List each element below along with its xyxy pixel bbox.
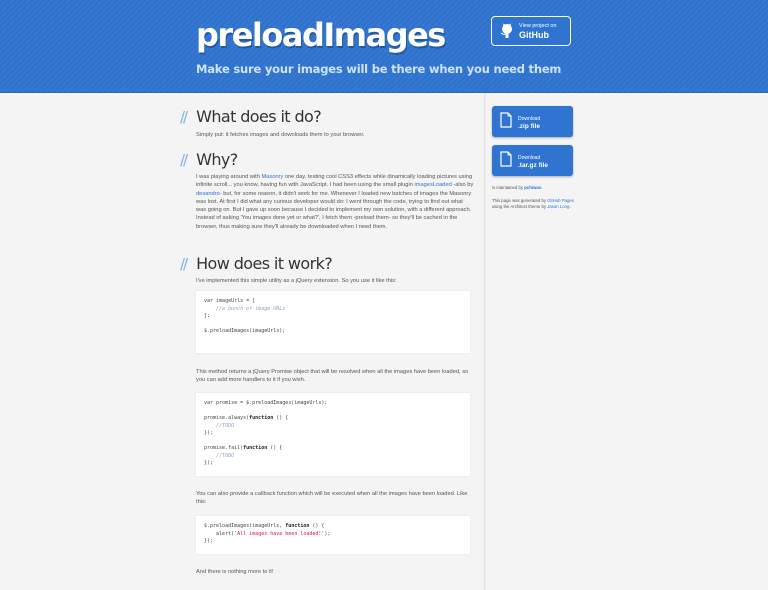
code-line: $.preloadImages(imageUrls);: [204, 328, 286, 334]
heading-text: What does it do?: [196, 107, 322, 126]
why-text: - but, for some reason, it didn't work f…: [196, 190, 472, 230]
desandro-link[interactable]: desandro: [196, 191, 220, 197]
final-paragraph: And there is nothing more to it!: [196, 569, 274, 575]
download-zip-label: .zip file: [518, 123, 541, 130]
github-pages-link[interactable]: GitHub Pages: [547, 198, 574, 203]
how-intro-paragraph: I've implemented this simple utility as …: [196, 278, 397, 284]
why-paragraph: I was playing around with Masonry one da…: [196, 173, 474, 231]
heading-text: How does it work?: [196, 254, 333, 273]
code-line: var promise = $.preloadImages(imageUrls)…: [204, 400, 328, 406]
code-line: promise.always(function () {: [204, 415, 462, 423]
file-icon: [500, 151, 512, 167]
code-text: $.preloadImages(imageUrls,: [204, 523, 286, 529]
page-header: preloadImages Make sure your images will…: [0, 0, 768, 93]
promise-paragraph: This method returns a jQuery Promise obj…: [196, 369, 469, 384]
why-text: I was playing around with: [196, 174, 262, 180]
download-tar-button[interactable]: Download .tar.gz file: [492, 145, 573, 176]
generated-end: .: [569, 204, 571, 209]
code-text: () {: [309, 523, 325, 529]
download-zip-button[interactable]: Download .zip file: [492, 106, 573, 137]
code-keyword: function: [249, 415, 274, 421]
code-line: alert('All images have been loaded!');: [204, 531, 462, 539]
jason-long-link[interactable]: Jason Long: [547, 204, 569, 209]
callback-paragraph: You can also provide a callback function…: [196, 491, 468, 506]
download-zip-small-label: Download: [518, 116, 541, 122]
code-keyword: function: [285, 523, 310, 529]
maintainer-text: is maintained by pchiwan: [492, 185, 576, 191]
code-block-basic: var imageUrls = [ //a bunch of image URL…: [196, 291, 470, 353]
heading-how-does-it-work: // How does it work?: [180, 254, 333, 273]
heading-slash: //: [180, 255, 188, 273]
code-text: );: [324, 530, 331, 537]
code-string: 'All images have been loaded!': [234, 530, 325, 537]
code-text: promise.fail(: [204, 445, 244, 451]
code-comment: //TODO: [204, 452, 235, 459]
download-tar-label: .tar.gz file: [518, 162, 548, 169]
code-text: alert(: [204, 530, 235, 537]
generated-mid: using the Architect theme by: [492, 204, 548, 209]
code-line: var imageUrls = [: [204, 298, 256, 304]
code-line: promise.fail(function () {: [204, 445, 462, 453]
what-paragraph: Simply put: it fetches images and downlo…: [196, 132, 365, 138]
code-text: promise.always(: [204, 415, 250, 421]
code-keyword: function: [243, 445, 268, 451]
code-line: });: [204, 430, 214, 436]
code-comment: //a bunch of image URLs: [204, 305, 286, 312]
code-block-promise: var promise = $.preloadImages(imageUrls)…: [196, 393, 470, 476]
maintainer-link[interactable]: pchiwan: [524, 185, 541, 190]
code-text: () {: [267, 445, 283, 451]
why-text: -also by: [451, 182, 474, 189]
code-comment: //TODO: [204, 422, 235, 429]
file-icon: [500, 112, 512, 128]
code-line: ];: [204, 313, 211, 319]
maintainer-prefix: is maintained by: [492, 185, 525, 190]
code-line: $.preloadImages(imageUrls, function () {: [204, 523, 462, 531]
view-on-github-button[interactable]: View project on GitHub: [491, 16, 571, 46]
heading-text: Why?: [196, 150, 238, 169]
code-block-callback: $.preloadImages(imageUrls, function () {…: [196, 516, 470, 554]
github-button-label: GitHub: [519, 30, 549, 40]
site-tagline: Make sure your images will be there when…: [196, 62, 562, 76]
heading-slash: //: [180, 151, 188, 169]
heading-why: // Why?: [180, 150, 238, 169]
sidebar-divider: [484, 93, 486, 590]
code-text: () {: [273, 415, 289, 421]
heading-what-does-it-do: // What does it do?: [180, 107, 322, 126]
code-line: });: [204, 460, 214, 466]
download-tar-small-label: Download: [518, 155, 541, 161]
page-content: // What does it do? Simply put: it fetche…: [0, 93, 768, 590]
code-line: });: [204, 538, 214, 544]
site-title: preloadImages: [196, 16, 446, 54]
imagesloaded-link[interactable]: imagesLoaded: [414, 182, 451, 188]
generated-by-text: This page was generated by GitHub Pages …: [492, 198, 576, 210]
generated-prefix: This page was generated by: [492, 198, 548, 203]
github-octocat-icon: [500, 23, 512, 38]
masonry-link[interactable]: Masonry: [261, 174, 283, 180]
github-button-small-label: View project on: [519, 23, 557, 29]
heading-slash: //: [180, 108, 188, 126]
